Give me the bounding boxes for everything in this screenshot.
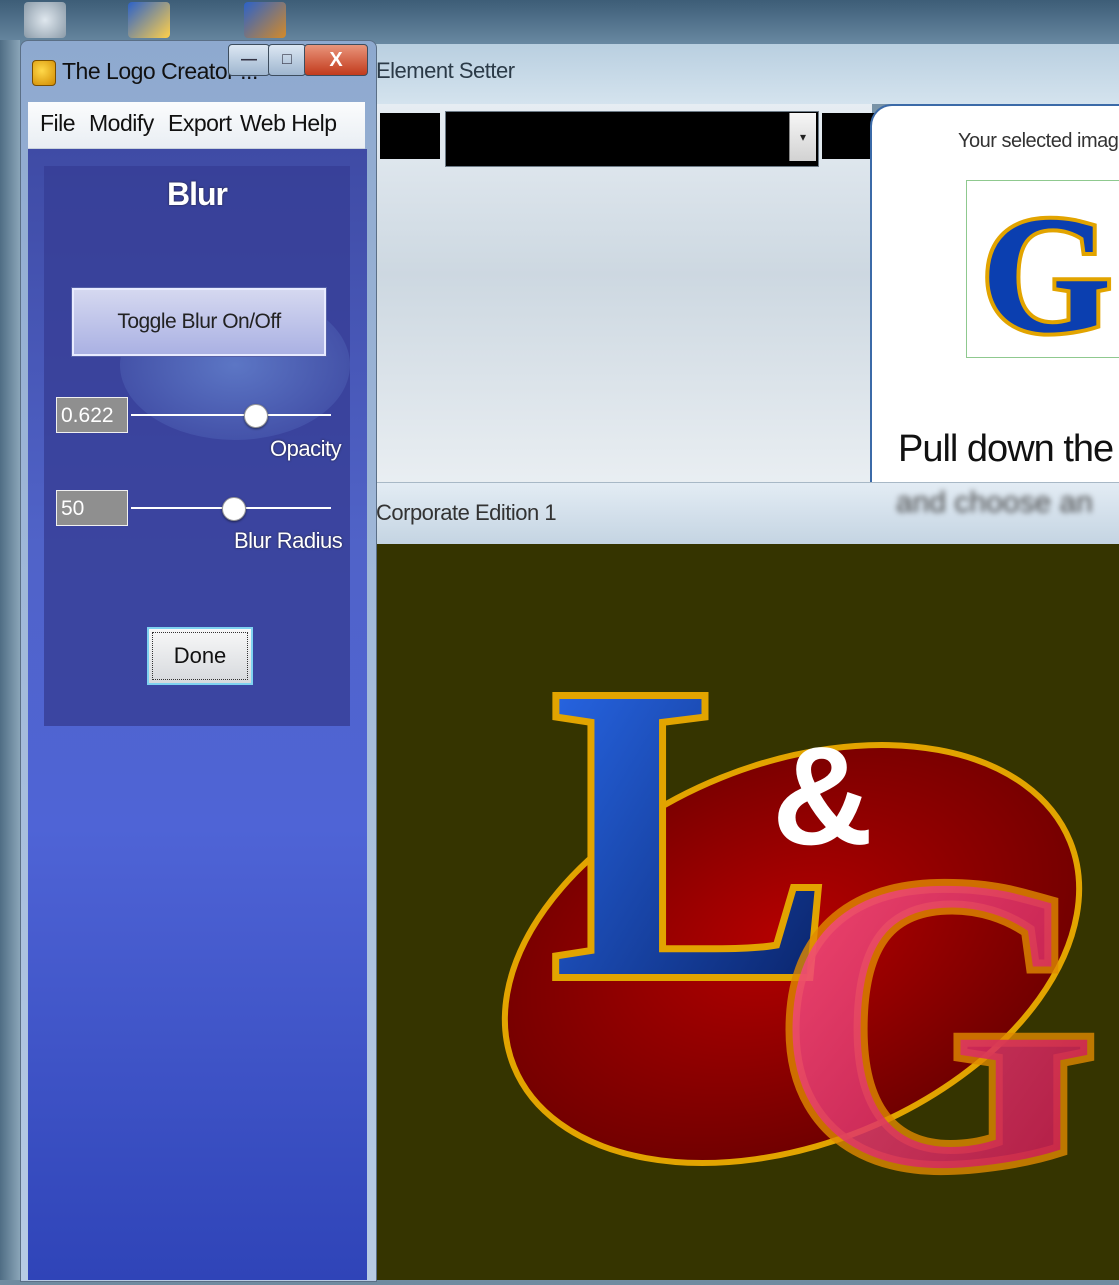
opacity-slider-track[interactable] bbox=[131, 414, 331, 416]
logo-letter-g: G bbox=[772, 790, 1099, 1255]
blur-radius-label: Blur Radius bbox=[234, 528, 343, 553]
menu-file[interactable]: File bbox=[40, 110, 76, 137]
recycle-bin-icon[interactable] bbox=[24, 2, 66, 38]
blur-radius-slider-thumb[interactable] bbox=[222, 497, 246, 521]
g-letter-image: G bbox=[977, 178, 1116, 372]
instruction-text: Pull down the r bbox=[898, 428, 1119, 470]
background-window-title: Element Setter bbox=[376, 58, 515, 83]
blurred-instruction-text: and choose an bbox=[896, 486, 1093, 519]
close-button[interactable]: X bbox=[304, 44, 368, 76]
logo-artwork: L & G bbox=[501, 593, 1106, 1262]
opacity-slider-thumb[interactable] bbox=[244, 404, 268, 428]
menu-web-help[interactable]: Web Help bbox=[240, 110, 337, 137]
toggle-blur-button[interactable]: Toggle Blur On/Off bbox=[72, 288, 326, 356]
selected-image-label: Your selected imag bbox=[958, 130, 1119, 152]
desktop-shortcut-icon[interactable] bbox=[244, 2, 286, 38]
maximize-button[interactable]: □ bbox=[268, 44, 306, 76]
logo-canvas[interactable]: L & G bbox=[372, 544, 1119, 1280]
menu-modify[interactable]: Modify bbox=[89, 110, 154, 137]
menu-export[interactable]: Export bbox=[168, 110, 232, 137]
selected-image-preview[interactable]: G bbox=[966, 178, 1119, 372]
done-button[interactable]: Done bbox=[147, 627, 253, 685]
element-combobox[interactable] bbox=[445, 111, 819, 167]
desktop-left-strip bbox=[0, 40, 20, 1280]
opacity-value-field[interactable]: 0.622 bbox=[56, 397, 128, 433]
g-letter: G bbox=[981, 182, 1112, 357]
desktop-shortcut-icon[interactable] bbox=[128, 2, 170, 38]
status-text: Corporate Edition 1 bbox=[376, 500, 557, 525]
redacted-field bbox=[380, 113, 440, 159]
panel-title: Blur bbox=[167, 176, 228, 212]
app-icon bbox=[32, 60, 56, 86]
blur-radius-value-field[interactable]: 50 bbox=[56, 490, 128, 526]
minimize-button[interactable]: — bbox=[228, 44, 270, 76]
opacity-label: Opacity bbox=[270, 436, 342, 461]
chevron-down-icon[interactable]: ▾ bbox=[789, 113, 816, 161]
